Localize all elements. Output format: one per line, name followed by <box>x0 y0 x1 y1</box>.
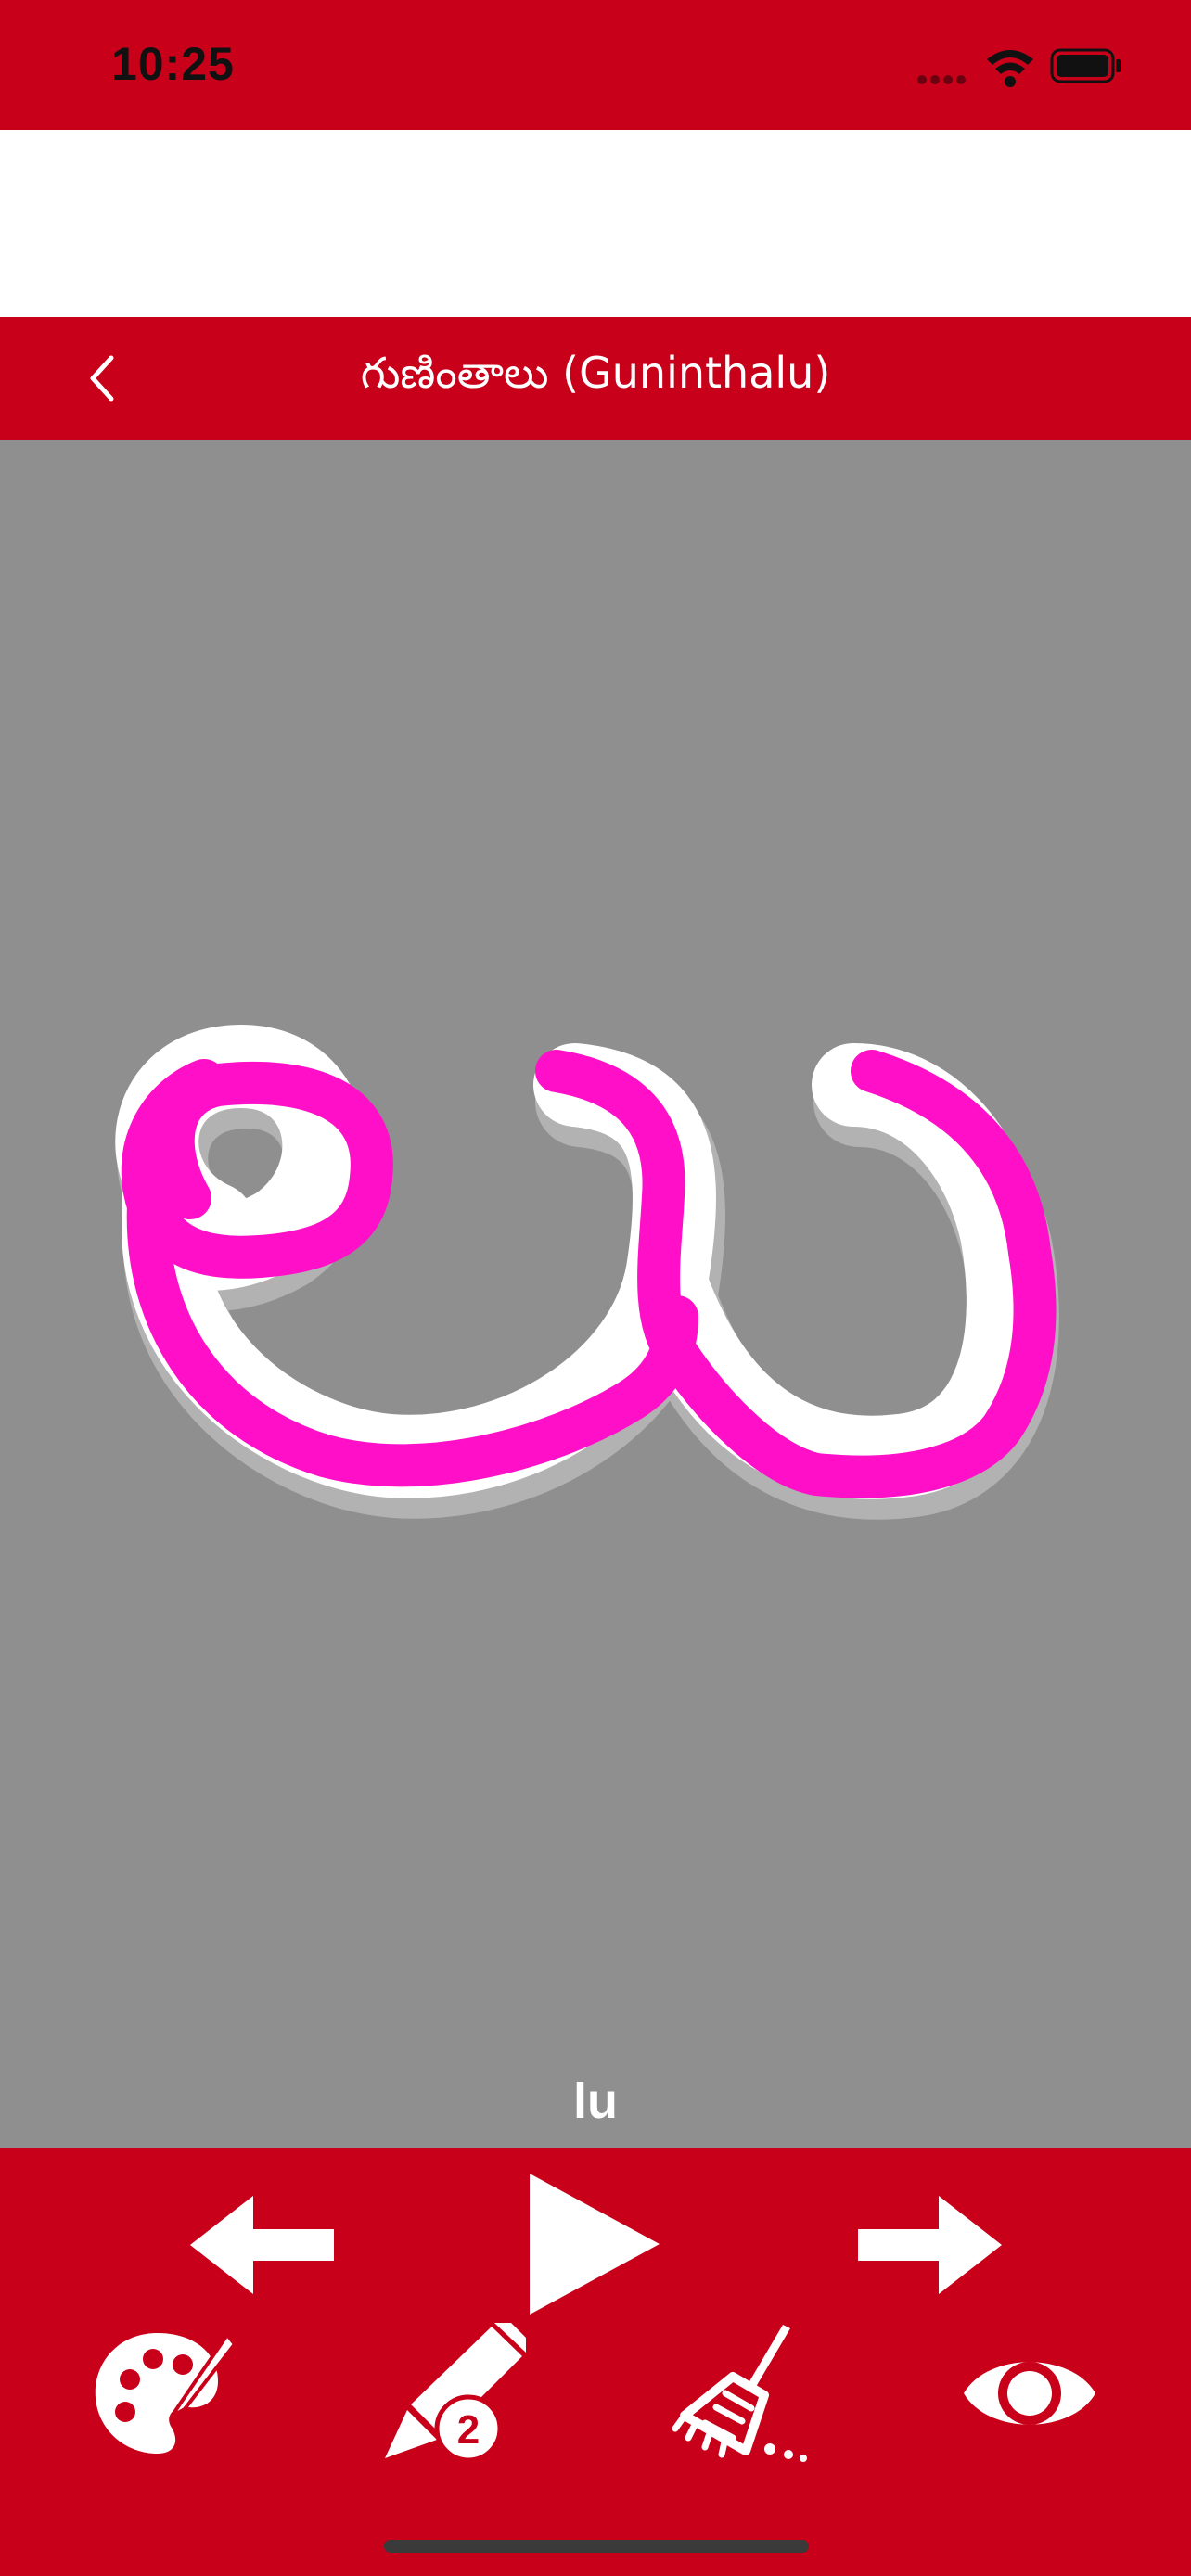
play-button[interactable] <box>510 2161 677 2327</box>
back-button[interactable] <box>65 341 139 415</box>
pen-size-icon: 2 <box>385 2323 526 2463</box>
wifi-icon <box>987 50 1033 87</box>
arrow-left-icon <box>190 2196 334 2294</box>
previous-letter-button[interactable] <box>186 2175 343 2315</box>
chevron-left-icon <box>90 355 114 402</box>
next-letter-button[interactable] <box>849 2175 1006 2315</box>
status-time: 10:25 <box>111 38 235 90</box>
color-palette-button[interactable] <box>83 2315 241 2472</box>
arrow-right-icon <box>858 2196 1002 2294</box>
show-guide-button[interactable] <box>951 2315 1108 2472</box>
status-bar: 10:25 <box>0 0 1191 130</box>
letter-label: lu <box>573 2073 618 2129</box>
clear-canvas-button[interactable] <box>663 2315 821 2472</box>
bottom-toolbar: 2 <box>0 2148 1191 2576</box>
nav-bar: గుణింతాలు (Guninthalu) <box>0 317 1191 440</box>
page-title: గుణింతాలు (Guninthalu) <box>360 348 831 398</box>
palette-icon <box>95 2331 237 2454</box>
battery-icon <box>1050 48 1121 83</box>
cellular-signal-icon <box>917 75 966 84</box>
eye-icon <box>964 2362 1095 2425</box>
home-indicator[interactable] <box>384 2540 809 2553</box>
pen-size-value: 2 <box>457 2407 480 2453</box>
drawing-canvas[interactable]: lu <box>0 440 1191 2148</box>
broom-icon <box>672 2325 807 2462</box>
banner-area <box>0 130 1191 317</box>
pen-size-button[interactable]: 2 <box>371 2315 538 2472</box>
play-icon <box>530 2174 660 2315</box>
status-icons <box>857 45 1135 91</box>
